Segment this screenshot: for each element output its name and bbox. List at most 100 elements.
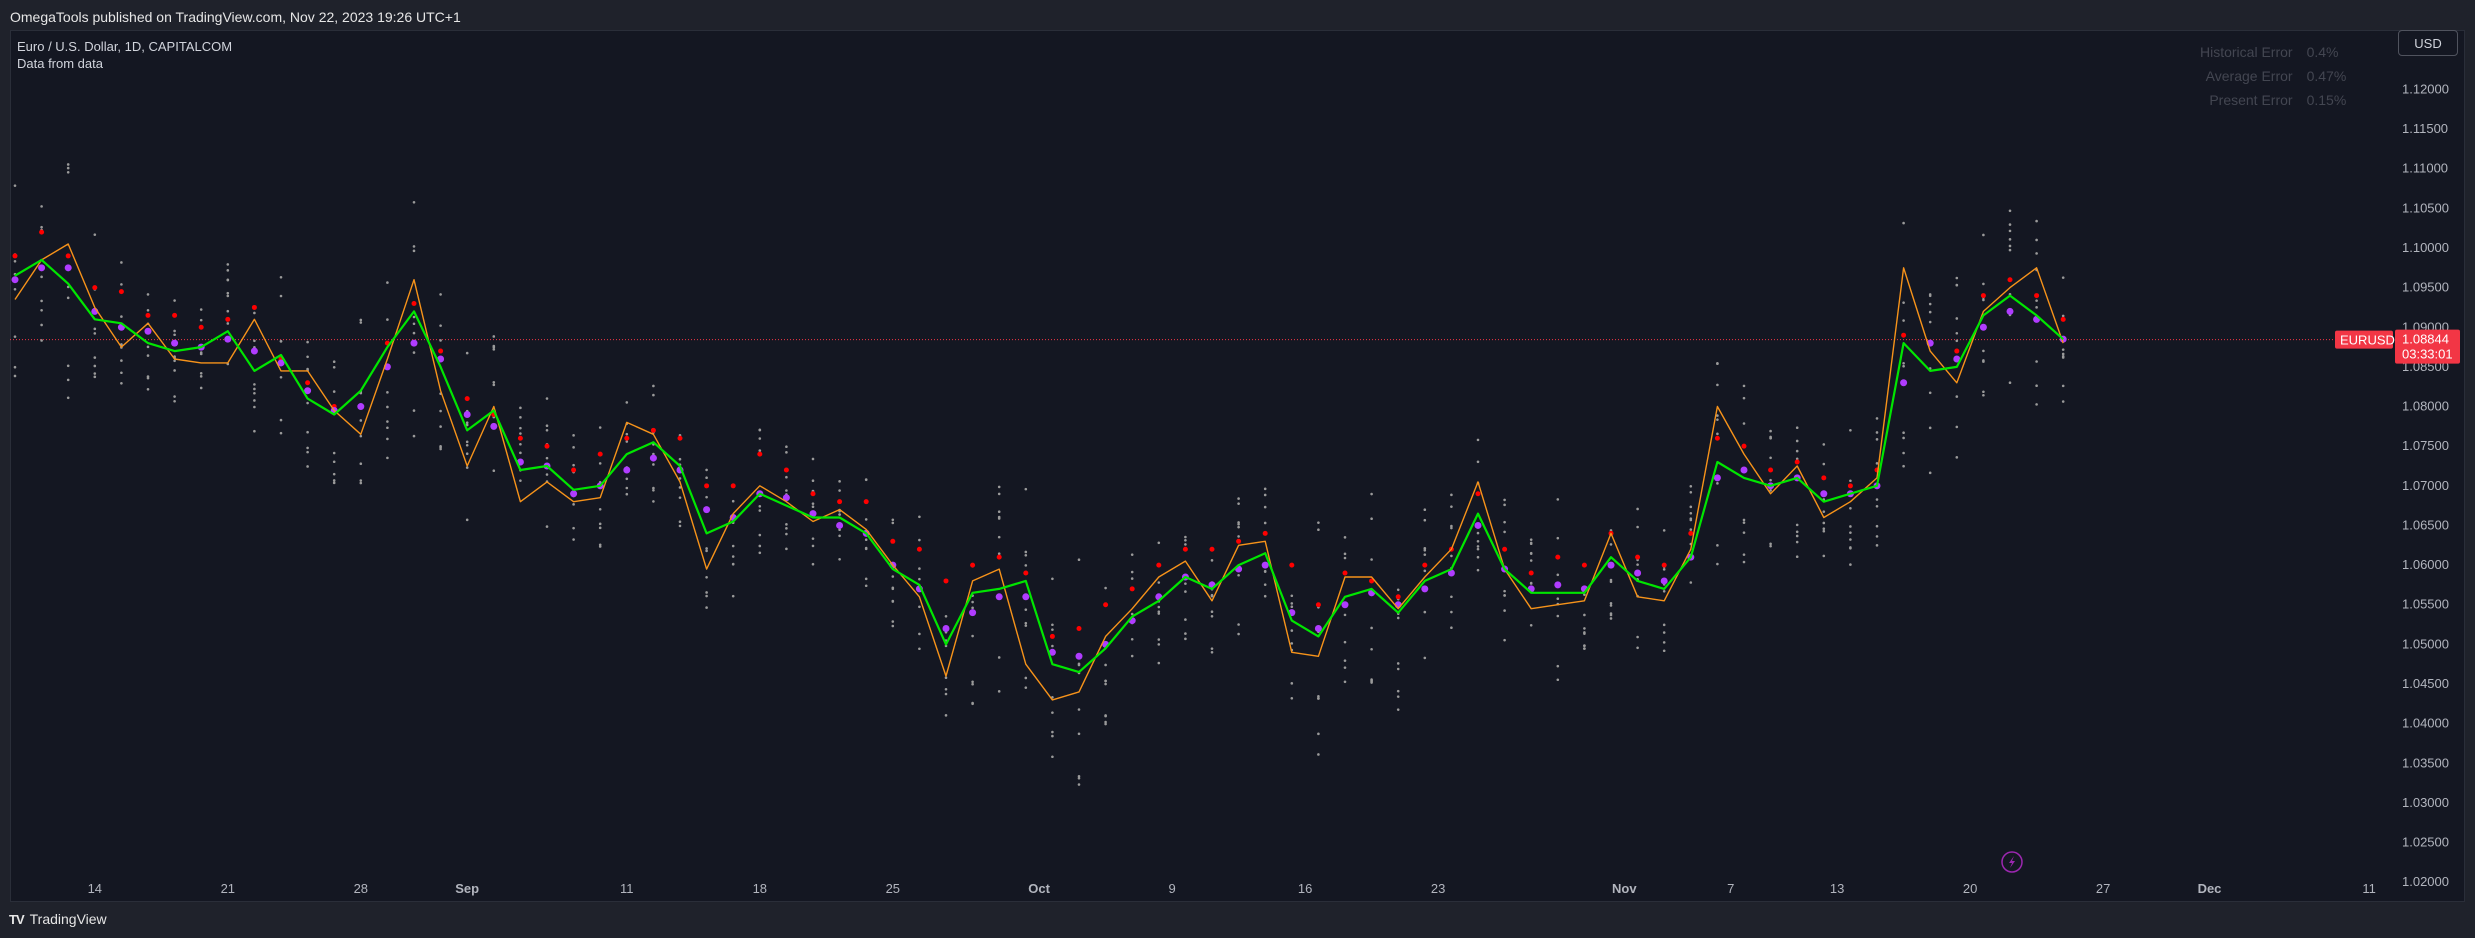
chart-legend[interactable]: Euro / U.S. Dollar, 1D, CAPITALCOM Data …: [17, 38, 232, 72]
grey-dot: [1237, 525, 1240, 529]
currency-button[interactable]: USD: [2398, 30, 2458, 56]
grey-dot: [519, 451, 522, 455]
grey-dot: [944, 692, 948, 696]
grey-dot: [1104, 663, 1107, 667]
lightning-icon[interactable]: [2001, 851, 2023, 873]
grey-dot: [1636, 525, 1639, 529]
grey-dot: [1982, 349, 1985, 353]
red-dot: [1049, 633, 1055, 639]
price-chart[interactable]: 1.12000 1.11500 1.11000 1.10500 1.10000 1.095…: [0, 0, 2475, 938]
grey-dot: [997, 535, 1001, 539]
grey-dot: [1503, 609, 1506, 612]
grey-dot: [1636, 646, 1639, 650]
red-dot: [1528, 570, 1534, 576]
price-tick-label: 1.09500: [2402, 280, 2449, 295]
grey-dot: [332, 366, 336, 369]
grey-dot: [1396, 708, 1400, 711]
grey-dot: [279, 275, 283, 279]
grey-dot: [652, 393, 655, 397]
grey-dot: [1104, 586, 1107, 590]
grey-dot: [1157, 581, 1161, 584]
grey-dot: [705, 476, 708, 480]
grey-dot: [1982, 282, 1985, 286]
red-dot: [1901, 332, 1907, 338]
grey-dot: [891, 620, 895, 623]
symbol-title[interactable]: Euro / U.S. Dollar, 1D, CAPITALCOM: [17, 38, 232, 55]
grey-dot: [332, 479, 336, 482]
time-axis[interactable]: 14 21 28 Sep 11 18 25 Oct 9 16 23 Nov 7 13 20 27 Dec 11: [88, 881, 2376, 896]
grey-dot: [519, 416, 522, 419]
grey-dot: [226, 263, 230, 266]
red-dot: [1129, 586, 1135, 592]
grey-dot: [2035, 403, 2038, 406]
price-axis[interactable]: 1.12000 1.11500 1.11000 1.10500 1.10000 1.095…: [2402, 81, 2449, 889]
purple-dot: [1075, 652, 1083, 660]
grey-dot: [386, 456, 389, 460]
grey-dot: [1051, 644, 1054, 648]
error-row: Average Error 0.47%: [2200, 64, 2347, 88]
grey-dot: [652, 488, 655, 492]
grey-dot: [1636, 635, 1639, 639]
grey-dot: [492, 348, 496, 351]
grey-dot: [864, 538, 868, 542]
grey-dot: [572, 446, 575, 449]
grey-dot: [386, 281, 389, 284]
grey-dot: [1130, 654, 1134, 658]
grey-dot: [1263, 493, 1267, 497]
grey-dot: [93, 364, 97, 368]
grey-dot: [1902, 301, 1905, 304]
red-dot: [544, 443, 550, 449]
grey-dot: [625, 492, 629, 496]
grey-dot: [2035, 384, 2038, 388]
grey-dot: [1609, 617, 1613, 620]
footer-bar: TV TradingView: [0, 902, 2475, 938]
indicator-title[interactable]: Data from data: [17, 55, 232, 72]
grey-dot: [412, 409, 416, 412]
grey-dot: [1184, 543, 1187, 546]
red-dot: [943, 578, 949, 584]
grey-dot: [199, 318, 203, 322]
grey-dot: [1024, 621, 1028, 625]
grey-dot: [811, 502, 815, 505]
red-dot: [837, 499, 843, 505]
grey-dot: [1343, 556, 1347, 560]
grey-dot: [1024, 676, 1028, 680]
grey-dot: [891, 518, 895, 522]
purple-dot: [995, 593, 1003, 601]
grey-dot: [1689, 505, 1693, 509]
grey-dot: [306, 465, 309, 468]
red-dot: [1315, 602, 1321, 608]
grey-dot: [1609, 580, 1613, 584]
grey-dot: [1982, 393, 1985, 397]
grey-dot: [1609, 613, 1613, 617]
grey-dot: [705, 549, 708, 553]
grey-dot: [1928, 426, 1932, 430]
time-tick-label: 16: [1298, 881, 1312, 896]
grey-dot: [412, 249, 416, 253]
grey-dot: [1343, 640, 1347, 644]
grey-dot: [66, 296, 70, 300]
purple-dot: [144, 327, 152, 335]
price-tick-label: 1.06000: [2402, 557, 2449, 572]
predicted-line: [14, 243, 2064, 701]
grey-dot: [2061, 400, 2065, 403]
grey-dot: [13, 184, 17, 187]
grey-dot: [1423, 553, 1427, 556]
grey-dot: [332, 481, 336, 485]
grey-dot: [1290, 605, 1294, 609]
grey-dot: [785, 489, 788, 492]
grey-dot: [1343, 666, 1347, 669]
grey-dot: [1849, 428, 1852, 432]
tradingview-logo[interactable]: TV TradingView: [9, 911, 107, 927]
grey-dot: [1370, 678, 1373, 681]
grey-dot: [465, 351, 469, 355]
grey-dot: [1290, 642, 1294, 645]
grey-dot: [1822, 529, 1826, 533]
grey-dot: [1476, 545, 1480, 548]
grey-dot: [598, 526, 602, 530]
grey-dot: [1609, 604, 1613, 607]
grey-dot: [572, 526, 575, 530]
purple-dot: [1421, 585, 1429, 593]
grey-dot: [1662, 590, 1666, 593]
grey-dot: [1077, 558, 1081, 562]
